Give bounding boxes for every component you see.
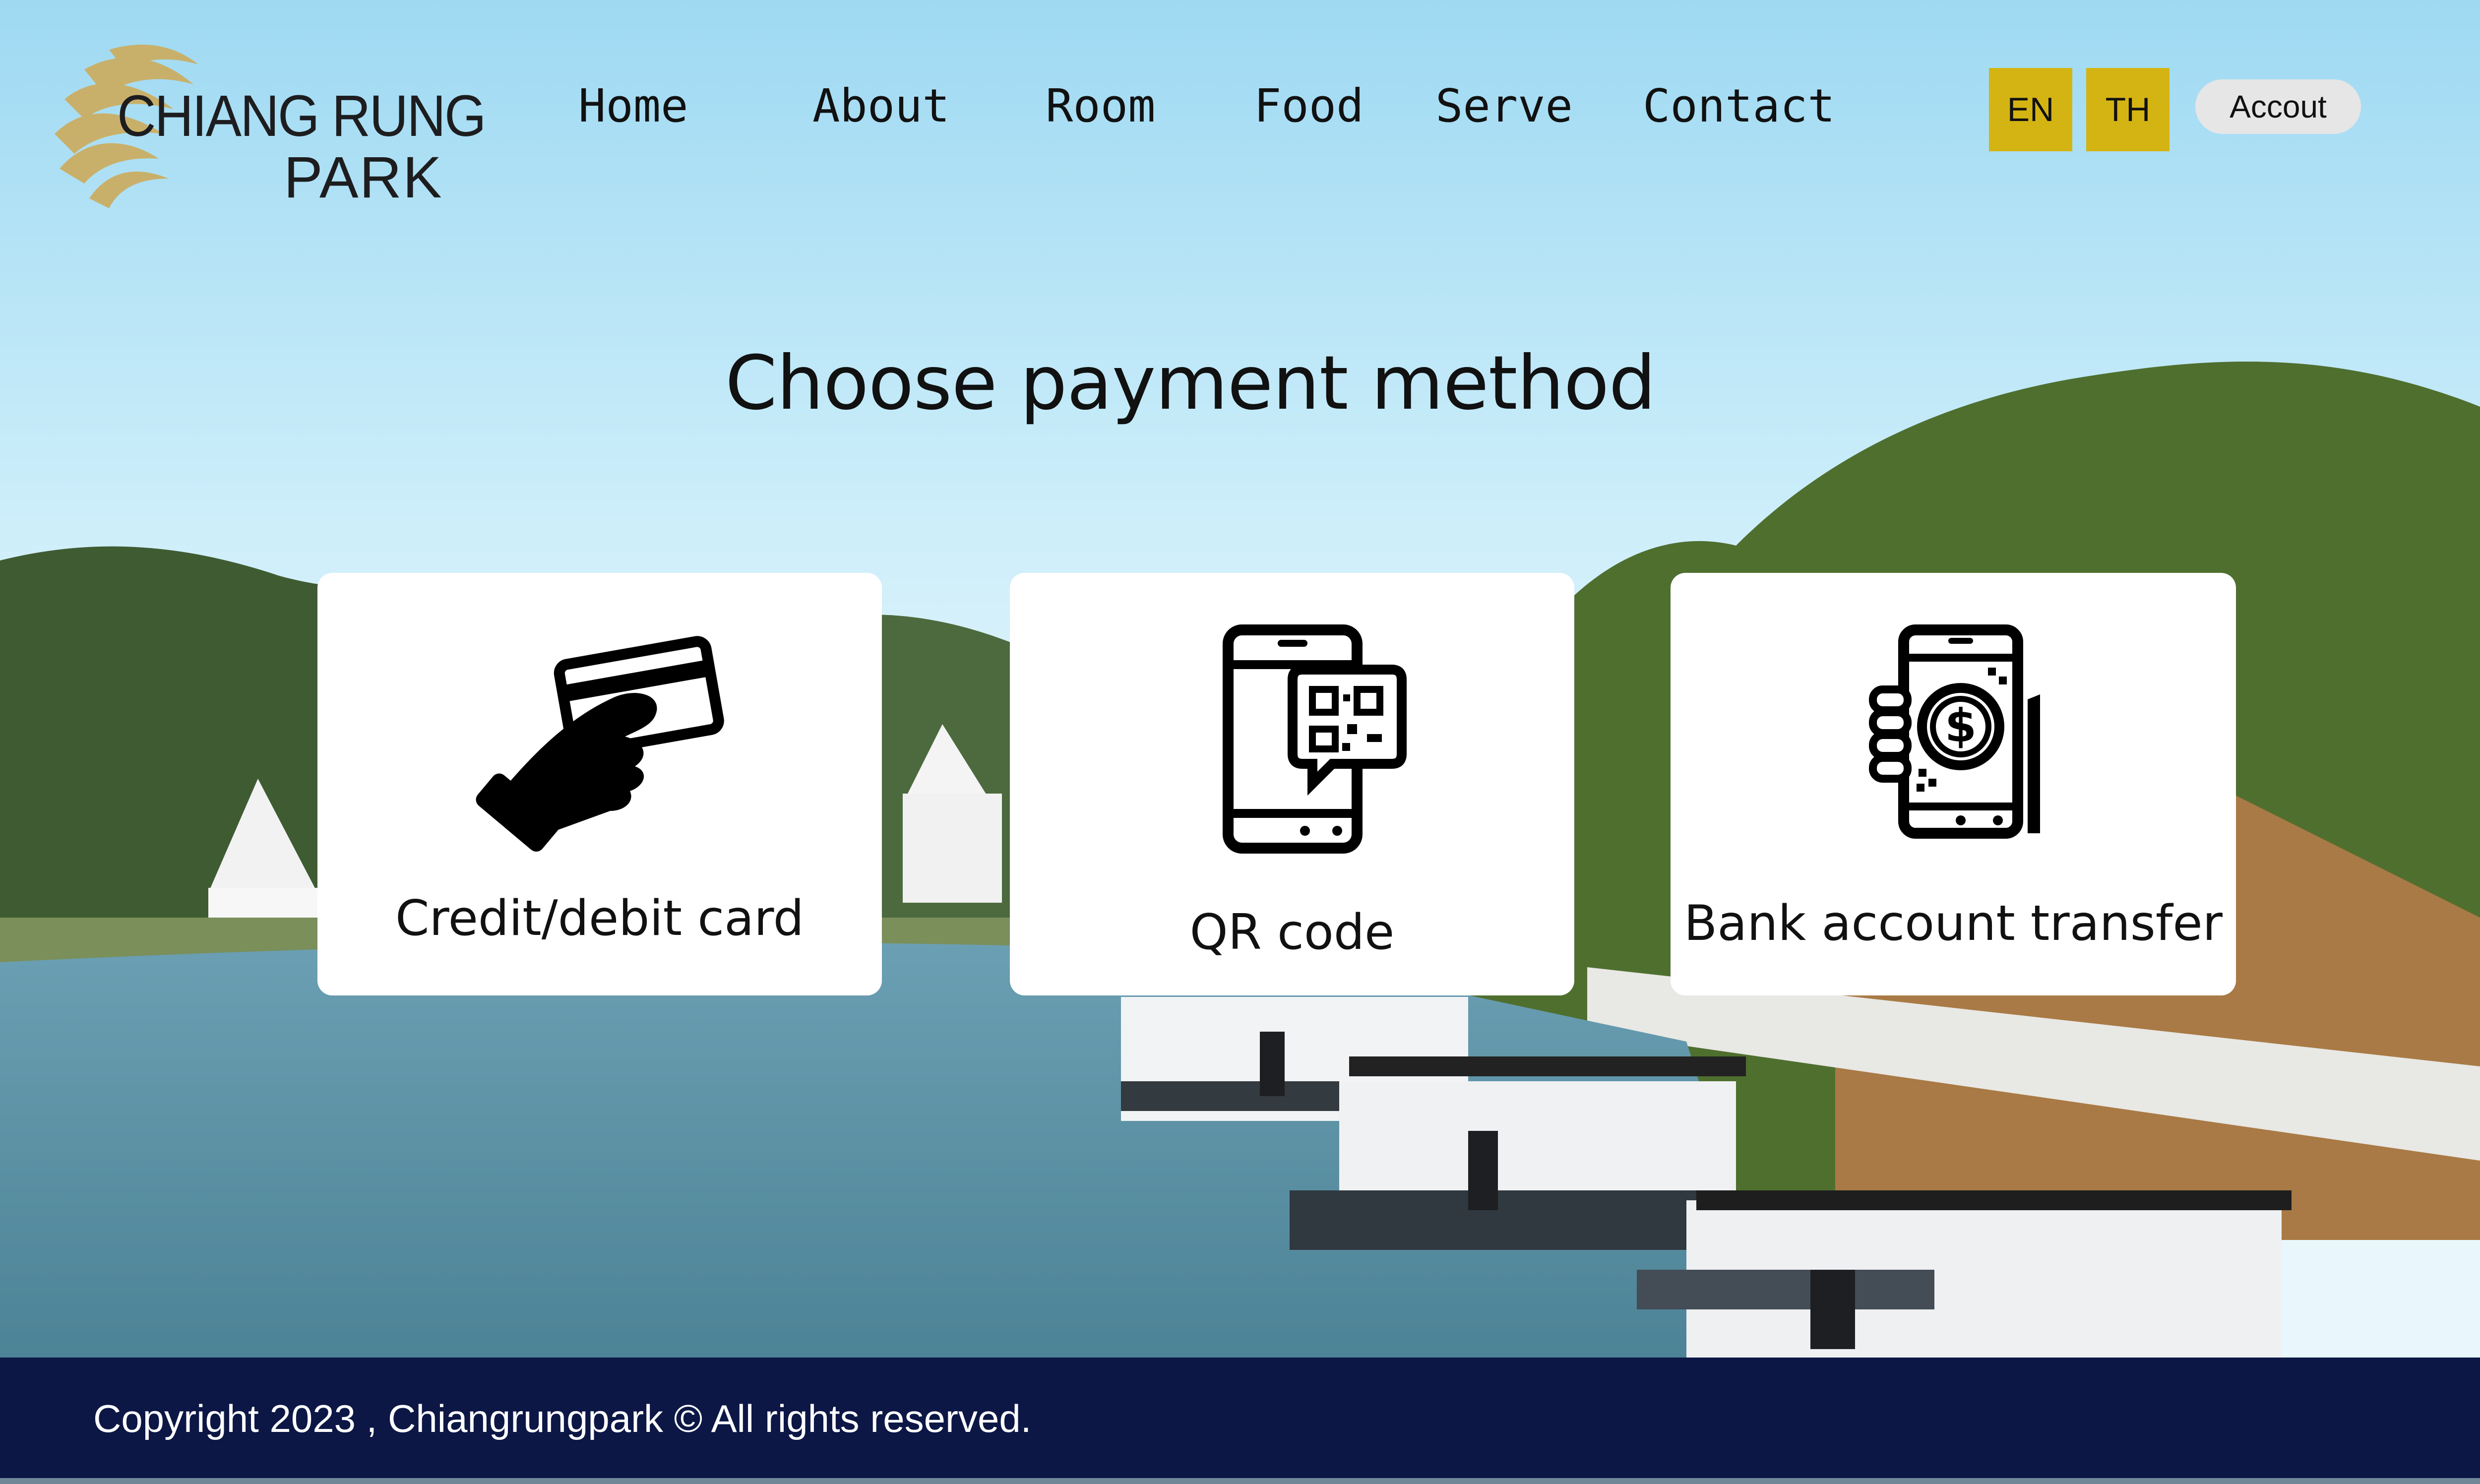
payment-label-bank: Bank account transfer [1684,895,2223,952]
bottom-strip [0,1478,2480,1484]
payment-card-qr[interactable]: QR code [1010,573,1574,995]
nav-room[interactable]: Room [1046,79,1156,132]
page-title: Choose payment method [725,340,1656,427]
mobile-payment-icon: $ [1869,624,2040,839]
language-en-label: EN [2007,91,2054,128]
payment-card-bank[interactable]: $ Bank account transfer [1671,573,2236,995]
footer-copyright: Copyright 2023 , Chiangrungpark © All ri… [93,1397,1032,1440]
brand-name-line1: CHIANG RUNG [117,83,486,149]
nav-contact[interactable]: Contact [1643,79,1835,132]
credit-card-hand-icon [476,636,724,852]
nav-about[interactable]: About [812,79,950,132]
language-en-button[interactable]: EN [1989,68,2072,151]
brand-name-line2: PARK [284,145,443,210]
qr-phone-icon [1223,624,1407,854]
language-th-button[interactable]: TH [2086,68,2170,151]
account-button[interactable]: Accout [2195,79,2361,134]
footer: Copyright 2023 , Chiangrungpark © All ri… [0,1358,2480,1478]
nav-serve[interactable]: Serve [1435,79,1573,132]
payment-label-credit: Credit/debit card [395,890,804,947]
brand-logo[interactable]: CHIANG RUNG PARK [50,35,506,213]
language-th-label: TH [2105,91,2151,128]
svg-text:$: $ [1945,699,1977,752]
nav-home[interactable]: Home [578,79,688,132]
nav-food[interactable]: Food [1254,79,1364,132]
account-label: Accout [2230,89,2327,124]
payment-card-credit[interactable]: Credit/debit card [317,573,882,995]
payment-label-qr: QR code [1189,904,1395,961]
